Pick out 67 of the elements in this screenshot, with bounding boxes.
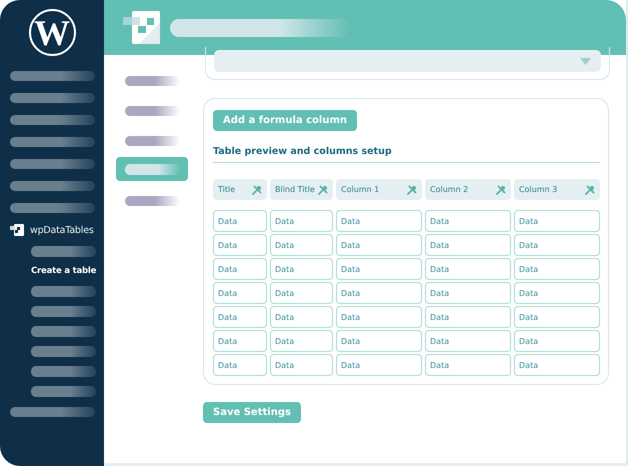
table-cell[interactable]: Data: [514, 282, 600, 304]
table-cell[interactable]: Data: [425, 210, 511, 232]
table-cell[interactable]: Data: [213, 330, 267, 352]
wrench-icon[interactable]: [252, 184, 262, 194]
wordpress-logo[interactable]: W: [28, 9, 76, 56]
table-cell[interactable]: Data: [336, 354, 422, 376]
menu-placeholder-bar: [31, 306, 96, 316]
menu-placeholder-bar: [31, 286, 96, 296]
table-cell[interactable]: Data: [336, 330, 422, 352]
table-cell[interactable]: Data: [213, 210, 267, 232]
wrench-icon[interactable]: [318, 184, 328, 194]
table-cell[interactable]: Data: [514, 354, 600, 376]
column-title: Column 2: [430, 185, 468, 194]
table-cell[interactable]: Data: [270, 282, 333, 304]
table-cell[interactable]: Data: [514, 234, 600, 256]
table-cell[interactable]: Data: [425, 354, 511, 376]
table-cell[interactable]: Data: [514, 330, 600, 352]
table-cell[interactable]: Data: [270, 306, 333, 328]
plugin-icon: [10, 224, 24, 236]
save-settings-button[interactable]: Save Settings: [203, 402, 301, 423]
table-cell[interactable]: Data: [514, 210, 600, 232]
tab[interactable]: [124, 106, 180, 116]
table-cell[interactable]: Data: [270, 210, 333, 232]
table-cell[interactable]: Data: [425, 306, 511, 328]
column-title: Column 3: [519, 185, 558, 194]
table-cell[interactable]: Data: [213, 354, 267, 376]
add-formula-column-button[interactable]: Add a formula column: [213, 110, 357, 131]
table-cell[interactable]: Data: [270, 330, 333, 352]
column-title: Title: [218, 185, 236, 194]
table-cell[interactable]: Data: [336, 282, 422, 304]
column-title: Blind Title: [275, 185, 315, 194]
table-cell[interactable]: Data: [425, 282, 511, 304]
table-cell[interactable]: Data: [213, 306, 267, 328]
caret-icon: [580, 58, 591, 64]
table-cell[interactable]: Data: [336, 258, 422, 280]
tab[interactable]: [116, 157, 188, 181]
tab[interactable]: [124, 196, 180, 206]
menu-placeholder-bar: [31, 366, 96, 376]
app-logo-icon: [123, 11, 160, 44]
table-cell[interactable]: Data: [213, 234, 267, 256]
table-cell[interactable]: Data: [336, 306, 422, 328]
table-cell[interactable]: Data: [336, 210, 422, 232]
wrench-icon[interactable]: [496, 184, 506, 194]
table-cell[interactable]: Data: [425, 258, 511, 280]
table-cell[interactable]: Data: [425, 330, 511, 352]
wrench-icon[interactable]: [407, 184, 417, 194]
table-cell[interactable]: Data: [213, 282, 267, 304]
tab[interactable]: [124, 136, 180, 146]
table-cell[interactable]: Data: [336, 234, 422, 256]
table-cell[interactable]: Data: [270, 234, 333, 256]
submenu-item[interactable]: Create a table: [31, 266, 96, 276]
table-cell[interactable]: Data: [514, 258, 600, 280]
table-cell[interactable]: Data: [270, 354, 333, 376]
menu-placeholder-bar: [31, 346, 96, 356]
menu-item[interactable]: wpDataTables: [30, 224, 94, 236]
tab[interactable]: [124, 76, 180, 86]
wrench-icon[interactable]: [585, 184, 595, 194]
menu-placeholder-bar: [31, 386, 96, 396]
column-title: Column 1: [341, 185, 380, 194]
dropdown-field[interactable]: [214, 50, 601, 72]
section-heading: Table preview and columns setup: [213, 146, 600, 163]
menu-placeholder-bar: [31, 246, 96, 256]
table-cell[interactable]: Data: [270, 258, 333, 280]
table-cell[interactable]: Data: [213, 258, 267, 280]
table-cell[interactable]: Data: [514, 306, 600, 328]
menu-placeholder-bar: [31, 326, 96, 336]
table-cell[interactable]: Data: [425, 234, 511, 256]
